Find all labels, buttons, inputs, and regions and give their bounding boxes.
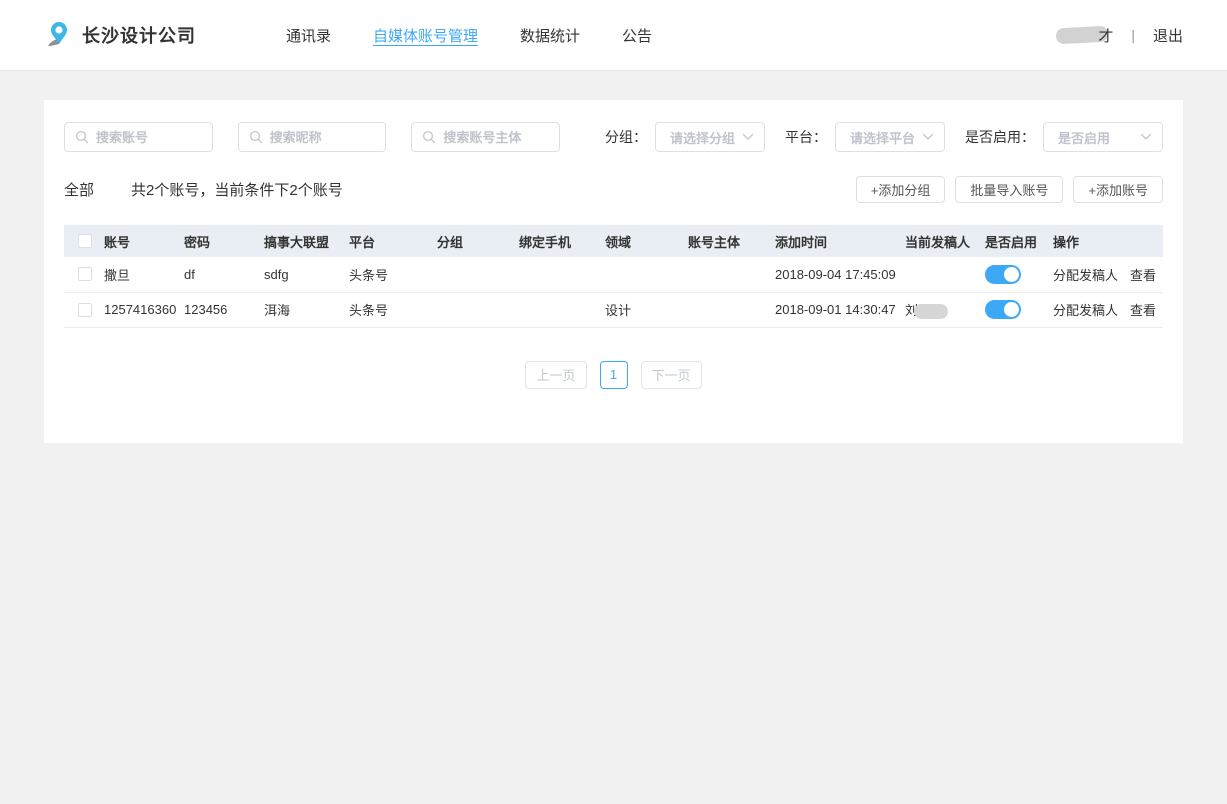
cell-field: 设计 (605, 292, 688, 327)
pagination: 上一页 1 下一页 (64, 361, 1163, 389)
add-group-button[interactable]: +添加分组 (856, 176, 946, 203)
cell-group (437, 257, 519, 292)
cell-account: 1257416360 (104, 292, 184, 327)
search-icon (422, 130, 436, 144)
nav-right: 才 | 退出 (1056, 25, 1183, 46)
chevron-down-icon (1140, 133, 1152, 141)
cell-field (605, 257, 688, 292)
nav-item-media-accounts[interactable]: 自媒体账号管理 (373, 25, 478, 46)
cell-added-time: 2018-09-04 17:45:09 (775, 257, 905, 292)
assign-publisher-link[interactable]: 分配发稿人 (1053, 268, 1118, 283)
nav-item-statistics[interactable]: 数据统计 (520, 25, 580, 46)
col-field: 领域 (605, 225, 688, 257)
nav-item-announcements[interactable]: 公告 (622, 25, 652, 46)
cell-password: df (184, 257, 264, 292)
platform-select[interactable]: 请选择平台 (835, 122, 945, 152)
col-subject: 账号主体 (688, 225, 775, 257)
row-checkbox[interactable] (78, 267, 92, 281)
view-link[interactable]: 查看 (1130, 268, 1156, 283)
search-icon (249, 130, 263, 144)
cell-platform: 头条号 (349, 292, 437, 327)
top-navbar: 长沙设计公司 通讯录 自媒体账号管理 数据统计 公告 才 | 退出 (0, 0, 1227, 71)
col-group: 分组 (437, 225, 519, 257)
col-publisher: 当前发稿人 (905, 225, 985, 257)
company-name: 长沙设计公司 (82, 22, 196, 48)
search-account-box (64, 122, 213, 152)
prev-page-button[interactable]: 上一页 (525, 361, 586, 389)
group-select[interactable]: 请选择分组 (655, 122, 765, 152)
cell-group (437, 292, 519, 327)
assign-publisher-link[interactable]: 分配发稿人 (1053, 303, 1118, 318)
platform-filter-label: 平台： (785, 127, 827, 147)
brand: 长沙设计公司 (44, 20, 196, 50)
cell-nickname: sdfg (264, 257, 349, 292)
cell-password: 123456 (184, 292, 264, 327)
search-nickname-box (238, 122, 387, 152)
search-icon (75, 130, 89, 144)
table-row: 1257416360 123456 洱海 头条号 设计 2018-09-01 1… (64, 292, 1163, 327)
cell-phone (519, 257, 605, 292)
cell-added-time: 2018-09-01 14:30:47 (775, 292, 905, 327)
toggle-knob (1004, 302, 1019, 317)
cell-nickname: 洱海 (264, 292, 349, 327)
nav-item-contacts[interactable]: 通讯录 (286, 25, 331, 46)
col-enabled: 是否启用 (985, 225, 1053, 257)
main-nav: 通讯录 自媒体账号管理 数据统计 公告 (286, 25, 694, 46)
nav-separator: | (1131, 27, 1135, 43)
cell-account: 撒旦 (104, 257, 184, 292)
col-password: 密码 (184, 225, 264, 257)
all-tab[interactable]: 全部 (64, 179, 94, 200)
view-link[interactable]: 查看 (1130, 303, 1156, 318)
table-row: 撒旦 df sdfg 头条号 2018-09-04 17:45:09 分配发稿人… (64, 257, 1163, 292)
add-account-button[interactable]: +添加账号 (1073, 176, 1163, 203)
group-filter: 分组： 请选择分组 (605, 122, 765, 152)
col-added-time: 添加时间 (775, 225, 905, 257)
toolbar: +添加分组 批量导入账号 +添加账号 (846, 176, 1163, 203)
enabled-filter: 是否启用： 是否启用 (965, 122, 1163, 152)
enabled-select[interactable]: 是否启用 (1043, 122, 1163, 152)
current-page[interactable]: 1 (600, 361, 628, 389)
username[interactable]: 才 (1056, 25, 1113, 46)
content-card: 分组： 请选择分组 平台： 请选择平台 是否启用： 是否启用 (44, 100, 1183, 443)
cell-publisher (905, 257, 985, 292)
logout-button[interactable]: 退出 (1153, 25, 1183, 46)
enabled-filter-label: 是否启用： (965, 127, 1035, 147)
redacted-publisher-blob (914, 304, 948, 319)
search-nickname-input[interactable] (270, 123, 386, 151)
select-all-checkbox[interactable] (78, 234, 92, 248)
summary-row: 全部 共2个账号，当前条件下2个账号 +添加分组 批量导入账号 +添加账号 (64, 176, 1163, 203)
group-filter-label: 分组： (605, 127, 647, 147)
col-nickname: 搞事大联盟 (264, 225, 349, 257)
username-suffix: 才 (1098, 25, 1113, 46)
search-account-input[interactable] (96, 123, 212, 151)
cell-phone (519, 292, 605, 327)
col-account: 账号 (104, 225, 184, 257)
col-actions: 操作 (1053, 225, 1163, 257)
accounts-table: 账号 密码 搞事大联盟 平台 分组 绑定手机 领域 账号主体 添加时间 当前发稿… (64, 225, 1163, 328)
col-phone: 绑定手机 (519, 225, 605, 257)
filters-row: 分组： 请选择分组 平台： 请选择平台 是否启用： 是否启用 (64, 122, 1163, 152)
platform-filter: 平台： 请选择平台 (785, 122, 945, 152)
search-subject-input[interactable] (443, 123, 559, 151)
toggle-knob (1004, 267, 1019, 282)
next-page-button[interactable]: 下一页 (641, 361, 702, 389)
account-count-text: 共2个账号，当前条件下2个账号 (131, 179, 343, 200)
row-checkbox[interactable] (78, 303, 92, 317)
search-subject-box (411, 122, 560, 152)
table-header-row: 账号 密码 搞事大联盟 平台 分组 绑定手机 领域 账号主体 添加时间 当前发稿… (64, 225, 1163, 257)
enabled-toggle[interactable] (985, 300, 1021, 319)
col-platform: 平台 (349, 225, 437, 257)
chevron-down-icon (742, 133, 754, 141)
batch-import-button[interactable]: 批量导入账号 (955, 176, 1063, 203)
cell-publisher: 刘 (905, 292, 985, 327)
enabled-toggle[interactable] (985, 265, 1021, 284)
company-logo-icon (44, 20, 70, 50)
cell-subject (688, 292, 775, 327)
chevron-down-icon (922, 133, 934, 141)
cell-subject (688, 257, 775, 292)
cell-platform: 头条号 (349, 257, 437, 292)
